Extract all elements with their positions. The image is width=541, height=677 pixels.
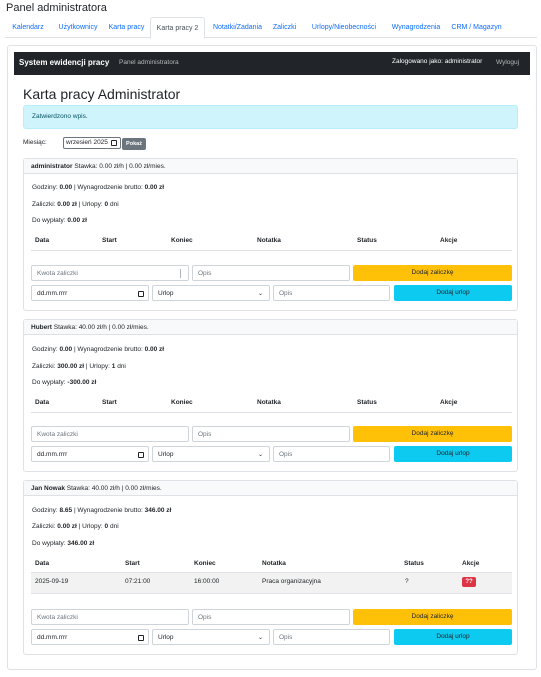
add-advance-button[interactable]: Dodaj zaliczkę <box>353 609 512 625</box>
card-header: Jan Nowak Stawka: 40.00 zł/h | 0.00 zł/m… <box>24 481 517 496</box>
top-navbar: System ewidencji pracy Panel administrat… <box>14 52 530 75</box>
col-header-koniec: Koniec <box>194 560 216 567</box>
tab-karta-pracy-2[interactable]: Karta pracy 2 <box>150 17 205 39</box>
col-header-koniec: Koniec <box>171 399 193 406</box>
chevron-down-icon: ⌄ <box>257 291 263 297</box>
leave-note-input[interactable]: Opis <box>273 285 390 301</box>
leave-date-input[interactable]: dd.mm.rrrr <box>31 285 149 301</box>
calendar-icon <box>138 452 144 458</box>
table-divider <box>31 412 512 413</box>
employee-rate: Stawka: 0.00 zł/h | 0.00 zł/mies. <box>74 163 166 170</box>
page-heading: Karta pracy Administrator <box>23 86 181 102</box>
cell-end: 16:00:00 <box>194 578 220 585</box>
tab-notatki-zadania[interactable]: Notatki/Zadania <box>206 17 269 38</box>
calendar-icon <box>138 635 144 641</box>
add-leave-button[interactable]: Dodaj urlop <box>394 446 512 462</box>
navbar-brand[interactable]: System ewidencji pracy <box>19 58 109 67</box>
add-leave-button[interactable]: Dodaj urlop <box>394 629 512 645</box>
col-header-data: Data <box>35 560 50 567</box>
success-alert: Zatwierdzono wpis. <box>23 105 518 129</box>
employee-card-administrator: administrator Stawka: 0.00 zł/h | 0.00 z… <box>23 158 518 311</box>
col-header-status: Status <box>357 237 377 244</box>
advance-amount-input[interactable]: Kwota zaliczki <box>31 426 189 442</box>
add-advance-button[interactable]: Dodaj zaliczkę <box>353 265 512 281</box>
tab-kalendarz[interactable]: Kalendarz <box>5 17 51 38</box>
col-header-start: Start <box>102 399 117 406</box>
tab-zaliczki[interactable]: Zaliczki <box>269 17 300 38</box>
advance-note-input[interactable]: Opis <box>192 265 350 281</box>
calendar-icon <box>138 291 144 297</box>
leave-date-input[interactable]: dd.mm.rrrr <box>31 629 149 645</box>
advances-summary: Zaliczki: 300.00 zł | Urlopy: 1 dni <box>32 363 126 370</box>
card-header: administrator Stawka: 0.00 zł/h | 0.00 z… <box>24 159 517 174</box>
leave-type-select[interactable]: Urlop ⌄ <box>152 629 270 645</box>
chevron-down-icon: ⌄ <box>257 635 263 641</box>
tab-wynagrodzenia[interactable]: Wynagrodzenia <box>384 17 448 38</box>
navbar-subtitle: Panel administratora <box>119 59 179 66</box>
leave-note-input[interactable]: Opis <box>273 446 390 462</box>
hours-summary: Godziny: 0.00 | Wynagrodzenie brutto: 0.… <box>32 346 165 353</box>
advance-note-input[interactable]: Opis <box>192 426 350 442</box>
hours-summary: Godziny: 8.65 | Wynagrodzenie brutto: 34… <box>32 507 172 514</box>
employee-name: Jan Nowak <box>31 485 65 492</box>
employee-card-jan-nowak: Jan Nowak Stawka: 40.00 zł/h | 0.00 zł/m… <box>23 480 518 655</box>
advances-summary: Zaliczki: 0.00 zł | Urlopy: 0 dni <box>32 523 119 530</box>
col-header-status: Status <box>404 560 424 567</box>
col-header-notatka: Notatka <box>257 237 281 244</box>
table-divider <box>31 250 512 251</box>
leave-type-select[interactable]: Urlop ⌄ <box>152 446 270 462</box>
employee-name: Hubert <box>31 324 52 331</box>
employee-name: administrator <box>31 163 73 170</box>
payout-summary: Do wypłaty: 0.00 zł <box>32 217 87 224</box>
col-header-akcje: Akcje <box>462 560 480 567</box>
col-header-start: Start <box>102 237 117 244</box>
advance-amount-input[interactable]: Kwota zaliczki <box>31 265 189 281</box>
month-value: wrzesień 2025 <box>66 139 108 146</box>
col-header-akcje: Akcje <box>440 237 458 244</box>
employee-rate: Stawka: 40.00 zł/h | 0.00 zł/mies. <box>66 485 162 492</box>
chevron-down-icon: ⌄ <box>257 452 263 458</box>
hours-summary: Godziny: 0.00 | Wynagrodzenie brutto: 0.… <box>32 184 165 191</box>
employee-card-hubert: Hubert Stawka: 40.00 zł/h | 0.00 zł/mies… <box>23 319 518 472</box>
col-header-data: Data <box>35 237 50 244</box>
col-header-koniec: Koniec <box>171 237 193 244</box>
logout-link[interactable]: Wyloguj <box>496 59 519 66</box>
month-label: Miesiąc: <box>23 139 47 146</box>
advances-summary: Zaliczki: 0.00 zł | Urlopy: 0 dni <box>32 201 119 208</box>
tab-bar: Kalendarz Użytkownicy Karta pracy Karta … <box>5 17 537 39</box>
col-header-status: Status <box>357 399 377 406</box>
advance-note-input[interactable]: Opis <box>192 609 350 625</box>
leave-date-input[interactable]: dd.mm.rrrr <box>31 446 149 462</box>
tab-crm-magazyn[interactable]: CRM / Magazyn <box>448 17 505 38</box>
col-header-notatka: Notatka <box>257 399 281 406</box>
row-action-button[interactable]: ?? <box>462 577 476 587</box>
calendar-icon <box>111 140 117 146</box>
col-header-akcje: Akcje <box>440 399 458 406</box>
cell-status: ? <box>405 578 409 585</box>
payout-summary: Do wypłaty: -300.00 zł <box>32 379 97 386</box>
card-header: Hubert Stawka: 40.00 zł/h | 0.00 zł/mies… <box>24 320 517 335</box>
leave-note-input[interactable]: Opis <box>273 629 390 645</box>
advance-amount-input[interactable]: Kwota zaliczki <box>31 609 189 625</box>
col-header-start: Start <box>125 560 140 567</box>
tab-karta-pracy[interactable]: Karta pracy <box>104 17 149 38</box>
cell-start: 07:21:00 <box>125 578 151 585</box>
cell-note: Praca organizacyjna <box>262 578 321 585</box>
tab-uzytkownicy[interactable]: Użytkownicy <box>52 17 104 38</box>
leave-type-select[interactable]: Urlop ⌄ <box>152 285 270 301</box>
spinner-icon[interactable] <box>180 269 185 278</box>
payout-summary: Do wypłaty: 346.00 zł <box>32 540 95 547</box>
month-picker[interactable]: wrzesień 2025 <box>63 137 121 149</box>
tab-urlopy[interactable]: Urlopy/Nieobecności <box>304 17 384 38</box>
col-header-notatka: Notatka <box>262 560 286 567</box>
add-leave-button[interactable]: Dodaj urlop <box>394 285 512 301</box>
cell-date: 2025-09-19 <box>35 578 69 585</box>
col-header-data: Data <box>35 399 50 406</box>
add-advance-button[interactable]: Dodaj zaliczkę <box>353 426 512 442</box>
logged-in-user: Zalogowano jako: administrator <box>392 58 483 65</box>
show-button[interactable]: Pokaż <box>122 138 146 150</box>
app-title: Panel administratora <box>6 2 107 14</box>
employee-rate: Stawka: 40.00 zł/h | 0.00 zł/mies. <box>53 324 149 331</box>
